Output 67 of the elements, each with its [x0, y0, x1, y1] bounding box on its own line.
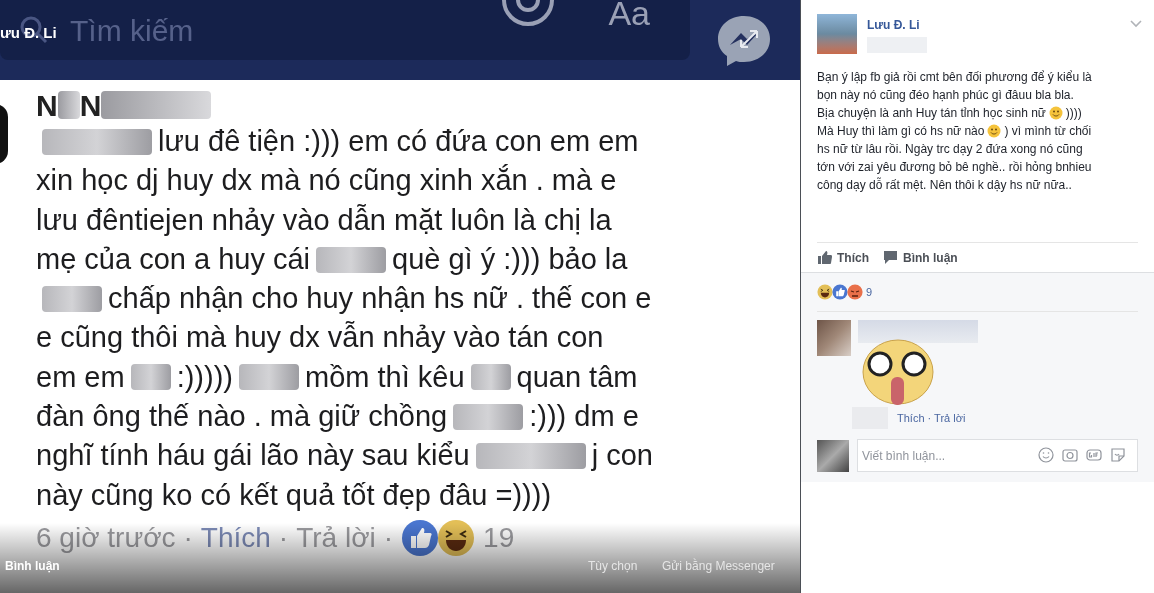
commenter-name: N [36, 87, 58, 124]
expand-icon[interactable] [738, 28, 760, 50]
surprised-face-sticker [862, 339, 934, 405]
post-text: ) vì mình từ chối [1004, 123, 1092, 140]
sticker-icon[interactable] [1110, 447, 1126, 463]
comment-text: này cũng ko có kết quả tốt đẹp đâu =)))) [36, 477, 552, 513]
blurred-block [42, 285, 102, 312]
comment-text: què gì ý :))) bảo la [392, 241, 628, 277]
blurred-block [453, 403, 524, 430]
smiley-emoji-icon [1048, 106, 1063, 120]
comment-text: chấp nhận cho huy nhận hs nữ . thế con e [108, 281, 652, 317]
like-icon [817, 250, 832, 265]
comment-text: nghĩ tính háu gái lão này sau kiểu [36, 438, 470, 474]
commenter-name: N [79, 87, 102, 124]
action-button[interactable]: Thích [817, 248, 869, 267]
separator-dot: · [183, 520, 193, 555]
comment-text: e cũng thôi mà huy dx vẫn nhảy vào tán con [36, 320, 604, 356]
separator-dot: · [383, 520, 394, 555]
blurred-block [239, 364, 299, 391]
post-text: hs nữ từ lâu rồi. Ngày trc dạy 2 đứa xong nó cũng [817, 141, 1083, 158]
user-avatar [817, 439, 849, 472]
comment-actions[interactable]: Thích · Trả lời [897, 409, 966, 427]
comment-input[interactable]: Viết bình luận... [857, 439, 1138, 472]
comment-icon [883, 250, 898, 265]
comment-text: j con [591, 438, 653, 474]
post-text: Bịa chuyện là anh Huy tán tỉnh học sinh nữ [817, 105, 1046, 122]
owner-name[interactable]: ưu Đ. Li [0, 22, 57, 45]
blurred-block [57, 91, 80, 119]
action-button[interactable]: Bình luận [883, 248, 958, 267]
post-text: bọn này nó cũng đéo hạnh phúc gì đâuu bla bla. [817, 87, 1074, 104]
like-reaction-icon [401, 518, 440, 557]
post-text: tớn với zai yêu đương bỏ bê nghề.. rồi hỏng bnhieu [817, 159, 1092, 176]
gif-icon[interactable] [1086, 447, 1102, 463]
post-text: )))) [1065, 105, 1082, 122]
haha-reaction-icon [437, 518, 476, 557]
comment-text: đàn ông thế nào . mà giữ chồng [36, 399, 448, 434]
comment-text: lưu đêntiejen nhảy vào dẫn mặt luôn là chị la [36, 202, 612, 238]
comment-text: em em [36, 359, 125, 395]
profile-photo [817, 14, 857, 54]
blurred-block [470, 364, 511, 391]
post-text: Mà Huy thì làm gì có hs nữ nào [817, 123, 985, 140]
smiley-emoji-icon [987, 124, 1002, 138]
emoji-icon[interactable] [1038, 447, 1054, 463]
post-text: Bạn ý lập fb giả rồi cmt bên đối phương để ý kiểu là [817, 69, 1092, 86]
angry-reaction-icon [847, 284, 863, 300]
comment-text: :))))) [176, 359, 233, 395]
blurred-block [130, 364, 171, 391]
comment-text: quan tâm [516, 359, 638, 395]
comment-text: mồm thì kêu [305, 359, 465, 395]
camera-icon[interactable] [1062, 447, 1078, 463]
reaction-count: 19 [483, 520, 515, 555]
comment-time: 6 giờ trước [36, 520, 176, 555]
comment-text: xin học dj huy dx mà nó cũng xinh xắn . mà e [36, 163, 617, 199]
comment-text: mẹ của con a huy cái [36, 241, 311, 277]
like-link[interactable]: Thích [200, 516, 271, 559]
like-reaction-icon [832, 284, 848, 300]
haha-reaction-icon [817, 284, 833, 300]
post-text: công dạy dỗ rất mệt. Nên thôi k dậy hs nữ nữa.. [817, 176, 1072, 194]
blurred-block [316, 246, 387, 273]
font-button[interactable]: Aa [608, 0, 650, 39]
comment-text: :))) dm e [529, 399, 639, 434]
comment-text: lưu đê tiện :))) em có đứa con em em [158, 123, 639, 159]
author-name[interactable]: Lưu Đ. Li [867, 16, 1130, 34]
separator-dot: · [278, 520, 289, 555]
chevron-down-icon[interactable] [1130, 20, 1142, 28]
reaction-count[interactable]: 9 [866, 283, 873, 301]
blurred-avatar [817, 320, 851, 356]
